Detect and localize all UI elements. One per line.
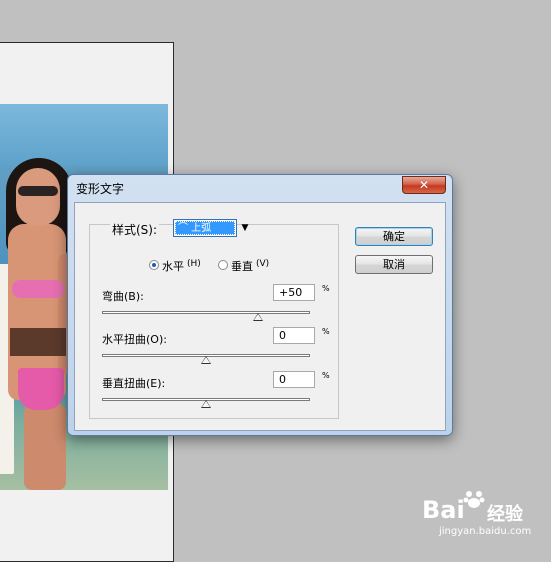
horizontal-distort-input[interactable]: 0: [273, 327, 315, 344]
photo-bikini-top: [12, 280, 64, 298]
vertical-radio[interactable]: [218, 260, 228, 270]
watermark-brand-suffix: 经验: [487, 504, 523, 525]
watermark-brand: Bai: [422, 496, 465, 524]
horizontal-distort-label: 水平扭曲(O):: [102, 333, 167, 346]
bend-input[interactable]: +50: [273, 284, 315, 301]
style-select[interactable]: ⌒ 上弧: [173, 219, 237, 237]
close-button[interactable]: ✕: [402, 176, 446, 194]
horizontal-distort-slider-thumb[interactable]: [201, 356, 211, 364]
horizontal-shortcut: (H): [187, 259, 201, 269]
chevron-down-icon[interactable]: ▼: [238, 219, 252, 237]
bend-label: 弯曲(B):: [102, 290, 144, 303]
vertical-shortcut: (V): [256, 259, 270, 269]
vertical-label: 垂直: [231, 260, 253, 273]
vertical-distort-slider-thumb[interactable]: [201, 400, 211, 408]
photo-belt: [10, 328, 66, 356]
dialog-title: 变形文字: [76, 182, 125, 196]
vertical-distort-input[interactable]: 0: [273, 371, 315, 388]
photo-bikini-bottom: [18, 368, 64, 410]
bend-slider-thumb[interactable]: [253, 313, 263, 321]
photo-legs: [24, 404, 66, 490]
style-selected-value: ⌒ 上弧: [175, 221, 235, 235]
photo-face: [16, 168, 60, 226]
warp-text-dialog: 变形文字 ✕ 样式(S): ⌒ 上弧 ▼ 水平 (H) 垂直 (V) 弯曲(B)…: [67, 174, 453, 436]
bend-unit: %: [322, 284, 330, 293]
bend-slider-track[interactable]: [102, 311, 310, 314]
horizontal-distort-unit: %: [322, 327, 330, 336]
dialog-titlebar[interactable]: 变形文字 ✕: [68, 175, 452, 201]
style-label: 样式(S):: [110, 221, 160, 238]
photo-sky: [0, 104, 168, 166]
cancel-button[interactable]: 取消: [355, 255, 433, 274]
baidu-paw-logo: [463, 491, 485, 508]
ok-button[interactable]: 确定: [355, 227, 433, 246]
photo-sunglasses: [18, 186, 58, 196]
dialog-body: 样式(S): ⌒ 上弧 ▼ 水平 (H) 垂直 (V) 弯曲(B): +50 %…: [74, 202, 446, 431]
vertical-distort-label: 垂直扭曲(E):: [102, 377, 166, 390]
warp-settings-group: 样式(S): ⌒ 上弧 ▼ 水平 (H) 垂直 (V) 弯曲(B): +50 %…: [89, 219, 339, 419]
horizontal-label: 水平: [162, 260, 184, 273]
vertical-distort-unit: %: [322, 371, 330, 380]
horizontal-radio[interactable]: [149, 260, 159, 270]
close-icon: ✕: [418, 178, 430, 192]
watermark-url: jingyan.baidu.com: [439, 526, 532, 537]
